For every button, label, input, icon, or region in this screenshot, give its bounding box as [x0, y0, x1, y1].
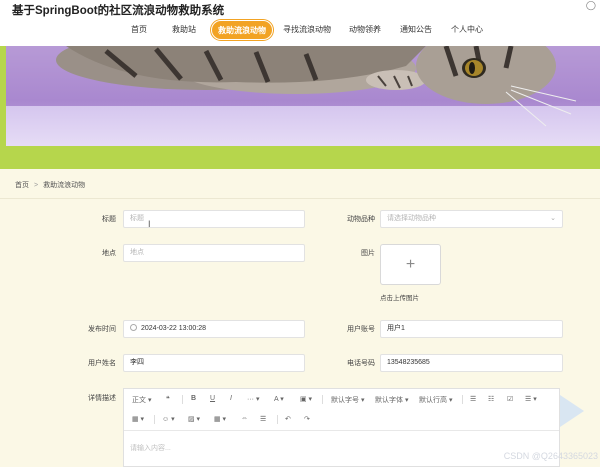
underline-icon[interactable]: U [210, 395, 215, 402]
italic-icon[interactable]: I [230, 395, 232, 402]
breadcrumb: 首页 > 救助流浪动物 [15, 180, 85, 190]
text-cursor-icon: I [148, 219, 151, 229]
name-label: 用户姓名 [88, 360, 116, 367]
code-icon[interactable]: ⇔ [241, 415, 248, 422]
font-color-dropdown[interactable]: A ▾ [274, 395, 284, 403]
image-label: 图片 [361, 250, 375, 257]
paragraph-style-dropdown[interactable]: 正文 ▾ [132, 395, 151, 405]
nav-find-animals[interactable]: 寻找流浪动物 [283, 24, 331, 35]
font-size-dropdown[interactable]: 默认字号 ▾ [331, 395, 364, 405]
publish-time-input[interactable]: 2024-03-22 13:00:28 [123, 320, 305, 338]
plus-icon: + [405, 256, 416, 273]
header: 基于SpringBoot的社区流浪动物救助系统 ◯ 首页 救助站 救助流浪动物 … [0, 0, 600, 46]
rich-text-editor: 正文 ▾ ❝ B U I ··· ▾ A ▾ ▣ ▾ 默认字号 ▾ 默认字体 ▾… [123, 388, 560, 467]
breadcrumb-current: 救助流浪动物 [43, 182, 86, 189]
phone-label: 电话号码 [347, 360, 375, 367]
user-icon[interactable]: ◯ [586, 0, 596, 11]
nav-rescue-station[interactable]: 救助站 [172, 24, 196, 35]
nav-notices[interactable]: 通知公告 [400, 24, 432, 35]
numbered-list-icon[interactable]: ☷ [488, 395, 494, 403]
title-label: 标题 [102, 216, 116, 223]
nav-rescue-animals[interactable]: 救助流浪动物 [211, 20, 273, 40]
todo-list-icon[interactable]: ☑ [507, 395, 513, 403]
divider-icon[interactable]: ☰ [260, 415, 266, 423]
publish-time-label: 发布时间 [88, 326, 116, 333]
details-label: 详情描述 [88, 395, 116, 402]
image-upload-button[interactable]: + [380, 244, 441, 285]
play-icon [560, 395, 584, 427]
background-color-dropdown[interactable]: ▣ ▾ [300, 395, 312, 403]
phone-input[interactable]: 13548235685 [380, 354, 563, 372]
location-input[interactable]: 地点 [123, 244, 305, 262]
editor-placeholder: 请输入内容... [130, 445, 171, 452]
account-input[interactable]: 用户1 [380, 320, 563, 338]
more-format-dropdown[interactable]: ··· ▾ [247, 395, 259, 403]
nav-home[interactable]: 首页 [131, 24, 147, 35]
font-family-dropdown[interactable]: 默认字体 ▾ [375, 395, 408, 405]
chevron-down-icon: ⌄ [550, 215, 556, 222]
name-input[interactable]: 李四 [123, 354, 305, 372]
editor-toolbar-row-2: ▦ ▾ ☺ ▾ ▨ ▾ ▦ ▾ ⇔ ☰ ↶ ↷ [124, 409, 559, 429]
breadcrumb-bar: 首页 > 救助流浪动物 [0, 169, 600, 199]
main-nav: 首页 救助站 救助流浪动物 寻找流浪动物 动物领养 通知公告 个人中心 [120, 20, 590, 42]
indent-dropdown[interactable]: ▦ ▾ [132, 415, 144, 423]
upload-tip: 点击上传图片 [380, 295, 419, 302]
quote-icon[interactable]: ❝ [166, 395, 170, 403]
breed-select[interactable]: 请选择动物品种 ⌄ [380, 210, 563, 228]
redo-icon[interactable]: ↷ [304, 415, 310, 423]
publish-time-value: 2024-03-22 13:00:28 [141, 325, 206, 332]
line-height-dropdown[interactable]: 默认行高 ▾ [419, 395, 452, 405]
nav-user-center[interactable]: 个人中心 [451, 24, 483, 35]
editor-toolbar-row-1: 正文 ▾ ❝ B U I ··· ▾ A ▾ ▣ ▾ 默认字号 ▾ 默认字体 ▾… [124, 389, 559, 409]
nav-adoption[interactable]: 动物领养 [349, 24, 381, 35]
bullet-list-icon[interactable]: ☰ [470, 395, 476, 403]
undo-icon[interactable]: ↶ [285, 415, 291, 423]
table-dropdown[interactable]: ▦ ▾ [214, 415, 226, 423]
clock-icon [130, 324, 137, 331]
bold-icon[interactable]: B [191, 395, 196, 402]
site-title: 基于SpringBoot的社区流浪动物救助系统 [12, 5, 225, 17]
editor-content-area[interactable]: 请输入内容... [124, 430, 559, 467]
breadcrumb-separator: > [34, 182, 39, 189]
emoji-dropdown[interactable]: ☺ ▾ [162, 415, 175, 423]
account-label: 用户账号 [347, 326, 375, 333]
location-label: 地点 [102, 250, 116, 257]
breadcrumb-home[interactable]: 首页 [15, 182, 29, 189]
image-insert-dropdown[interactable]: ▨ ▾ [188, 415, 200, 423]
banner-cat-image [6, 46, 600, 146]
align-dropdown[interactable]: ☰ ▾ [525, 395, 537, 403]
breed-select-placeholder: 请选择动物品种 [387, 215, 436, 222]
watermark: CSDN @Q2643365023 [503, 451, 598, 461]
breed-label: 动物品种 [347, 216, 375, 223]
banner [0, 46, 600, 169]
